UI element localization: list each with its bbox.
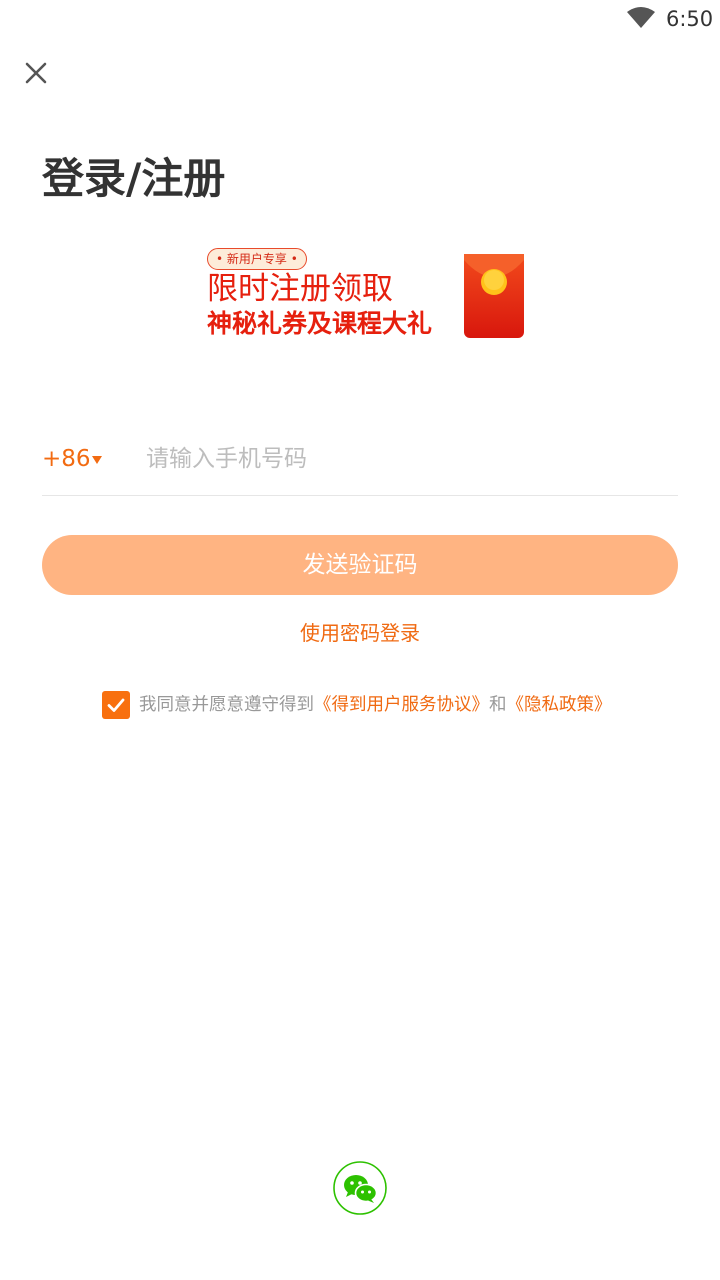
- agreement-prefix: 我同意并愿意遵守得到: [139, 695, 314, 715]
- agreement-text: 我同意并愿意遵守得到《得到用户服务协议》和《隐私政策》: [139, 691, 612, 719]
- phone-input-row: +86: [42, 426, 678, 496]
- close-icon: [25, 62, 47, 84]
- caret-down-icon[interactable]: [92, 456, 102, 464]
- agreement-checkbox[interactable]: [102, 691, 130, 719]
- agreement-conjunction: 和: [489, 695, 507, 715]
- close-button[interactable]: [18, 55, 54, 91]
- send-verification-code-button[interactable]: 发送验证码: [42, 535, 678, 595]
- privacy-policy-link[interactable]: 《隐私政策》: [507, 695, 612, 715]
- page-title: 登录/注册: [42, 154, 226, 203]
- new-user-badge: • 新用户专享 •: [207, 248, 307, 270]
- wechat-login-button[interactable]: [333, 1161, 387, 1215]
- status-time: 6:50: [666, 7, 714, 31]
- wifi-icon: [627, 7, 655, 28]
- password-login-link[interactable]: 使用密码登录: [0, 618, 720, 648]
- login-screen: 6:50 登录/注册 • 新用户专享 • 限时注册领取 神秘礼券及课程大礼 +8…: [0, 0, 720, 1280]
- status-bar: 6:50: [0, 0, 720, 40]
- terms-of-service-link[interactable]: 《得到用户服务协议》: [314, 695, 489, 715]
- country-code-selector[interactable]: +86: [42, 444, 91, 474]
- red-envelope-icon: [464, 254, 524, 338]
- promo-headline: 限时注册领取: [207, 271, 393, 307]
- checkmark-icon: [107, 698, 125, 712]
- phone-number-input[interactable]: [146, 440, 666, 478]
- promo-banner[interactable]: • 新用户专享 • 限时注册领取 神秘礼券及课程大礼: [207, 246, 527, 342]
- promo-subheadline: 神秘礼券及课程大礼: [207, 309, 433, 338]
- wechat-icon: [333, 1161, 387, 1215]
